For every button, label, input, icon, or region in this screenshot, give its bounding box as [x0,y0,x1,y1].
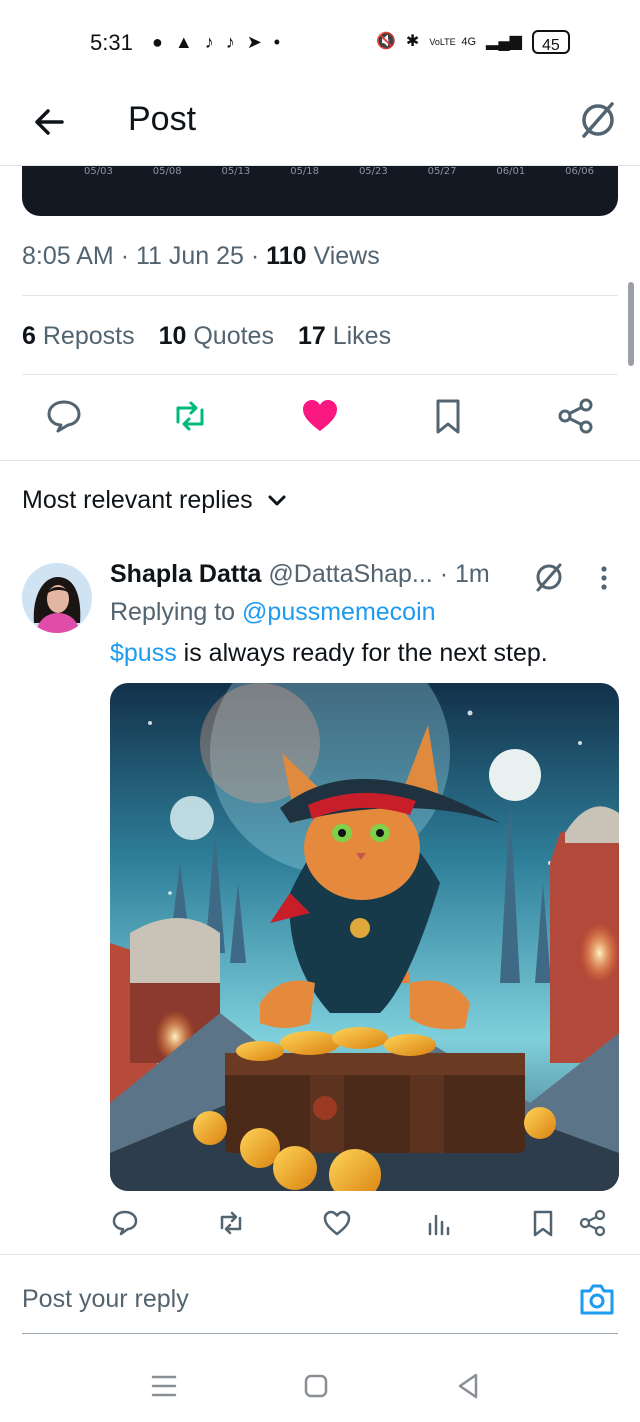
chart-x-axis: 05/03 05/08 05/13 05/18 05/23 05/27 06/0… [84,166,594,177]
reposts-count: 6 [22,322,36,350]
replying-to-link[interactable]: @pussmemecoin [242,598,436,626]
status-time: 5:31 [90,30,133,55]
status-notification-icons: ● ▲ ♪ ♪ ➤ • [152,28,280,56]
bookmark-icon[interactable] [528,1208,558,1238]
cashtag-link[interactable]: $puss [110,639,177,667]
chart-tick: 06/01 [496,166,526,177]
replies-sort-dropdown[interactable]: Most relevant replies [22,486,287,515]
mute-icon: 🔇 [376,33,396,50]
replying-to: Replying to @pussmemecoin [110,598,436,627]
back-arrow-icon[interactable] [30,102,70,142]
chevron-down-icon [268,495,286,505]
like-icon[interactable] [300,396,340,436]
divider [22,374,618,375]
system-nav-bar [0,1352,640,1422]
divider [22,295,618,296]
reply-time: · 1m [439,560,490,588]
reply-icon[interactable] [44,396,84,436]
network-icon: 4G [461,36,477,48]
chart-tick: 05/03 [84,166,113,177]
chart-tick: 05/18 [290,166,320,177]
grok-icon[interactable] [576,98,620,142]
embedded-chart-card[interactable]: 05/03 05/08 05/13 05/18 05/23 05/27 06/0… [22,166,618,216]
post-time: 8:05 AM [22,242,114,270]
post-action-bar [0,392,640,444]
battery-icon: 45 [531,30,570,54]
recent-apps-icon[interactable] [146,1368,182,1404]
post-date: 11 Jun 25 [135,242,244,270]
avatar-image [22,563,92,633]
analytics-icon[interactable] [424,1208,454,1238]
sort-label: Most relevant replies [22,486,253,514]
avatar[interactable] [22,563,92,633]
post-meta: 8:05 AM · 11 Jun 25 · 110 Views [22,242,380,270]
chart-tick: 05/27 [427,166,457,177]
reposts-stat[interactable]: 6 Reposts [22,322,135,351]
chart-tick: 05/23 [358,166,388,177]
repost-icon[interactable] [170,396,210,436]
likes-count: 17 [297,322,326,350]
divider [0,460,640,461]
pirate-cat-illustration [110,683,619,1191]
reply-author-handle[interactable]: @DattaShap... [268,560,432,588]
top-app-bar: Post [0,84,640,166]
reply-author-name[interactable]: Shapla Datta [110,560,261,588]
signal-icon: ▂▄▆ [486,33,522,50]
tiktok-icon: ♪ [225,32,235,52]
views-label[interactable]: Views [313,242,379,270]
reposts-label: Reposts [42,322,135,350]
chart-tick: 05/08 [152,166,182,177]
quotes-count: 10 [158,322,187,350]
likes-label: Likes [332,322,392,350]
repost-icon[interactable] [216,1208,246,1238]
reply-icon[interactable] [110,1208,140,1238]
message-icon: ● [152,32,163,52]
more-options-icon[interactable] [598,564,610,592]
volte-icon: VoLTE [429,37,456,47]
replying-prefix: Replying to [110,598,236,626]
bluetooth-icon: ✱ [405,33,420,50]
like-icon[interactable] [322,1208,352,1238]
reply-composer-input[interactable]: Post your reply [22,1285,189,1314]
quotes-label: Quotes [193,322,274,350]
status-bar: 5:31 ● ▲ ♪ ♪ ➤ • 🔇 ✱ VoLTE 4G ▂▄▆ 45 [0,0,640,84]
engagement-stats: 6 Reposts 10 Quotes 17 Likes [22,322,391,351]
quotes-stat[interactable]: 10 Quotes [159,322,274,351]
tiktok-icon: ♪ [204,32,214,52]
reply-header: Shapla Datta @DattaShap... · 1m [110,560,490,589]
composer-underline [22,1333,618,1334]
reply-action-bar [0,1206,640,1242]
game-icon: ▲ [174,32,193,52]
chart-tick: 06/06 [565,166,594,177]
reply-text: is always ready for the next step. [176,639,548,667]
reply-body: $puss is always ready for the next step. [110,639,548,668]
divider [0,1254,640,1255]
views-count: 110 [266,242,307,270]
grok-icon[interactable] [532,560,566,594]
reply-media-image[interactable] [110,683,619,1191]
status-system-icons: 🔇 ✱ VoLTE 4G ▂▄▆ 45 [376,28,570,56]
bookmark-icon[interactable] [428,396,468,436]
camera-icon[interactable] [578,1281,616,1317]
send-icon: ➤ [246,32,262,52]
dot-icon: • [273,32,281,52]
back-icon[interactable] [450,1368,486,1404]
share-icon[interactable] [578,1208,608,1238]
scrollbar[interactable] [628,282,634,366]
chart-tick: 05/13 [221,166,251,177]
page-title: Post [128,100,197,138]
home-icon[interactable] [298,1368,334,1404]
likes-stat[interactable]: 17 Likes [298,322,391,351]
share-icon[interactable] [556,396,596,436]
